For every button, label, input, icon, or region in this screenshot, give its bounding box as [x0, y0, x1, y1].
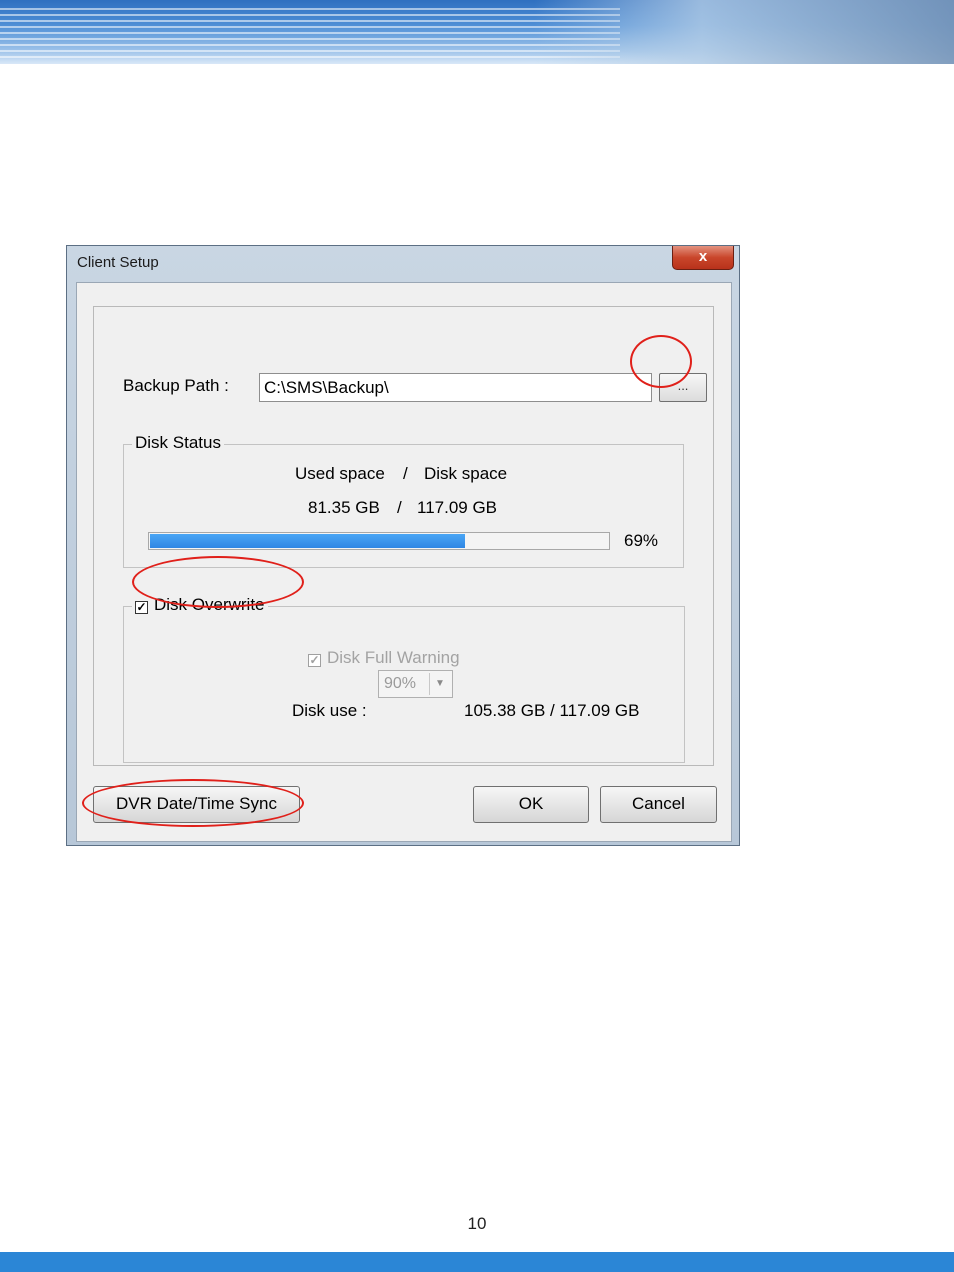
chevron-down-icon[interactable]: ▼ [429, 673, 450, 695]
close-icon: x [698, 248, 708, 265]
disk-full-warning-option[interactable]: ✓ Disk Full Warning [308, 648, 460, 668]
backup-path-input[interactable] [259, 373, 652, 402]
cancel-button[interactable]: Cancel [600, 786, 717, 823]
disk-space-header: Disk space [424, 464, 508, 483]
page-number: 10 [467, 1214, 487, 1233]
dialog-titlebar[interactable]: Client Setup x [67, 246, 739, 282]
header-banner [0, 0, 954, 64]
footer-bar [0, 1252, 954, 1272]
disk-overwrite-checkbox[interactable]: ✓ [135, 601, 148, 614]
banner-artwork [534, 0, 954, 64]
settings-panel: Backup Path : ... Disk Status Used space… [93, 306, 714, 766]
header-separator: / [403, 464, 408, 483]
banner-stripes [0, 8, 620, 60]
disk-full-warning-checkbox[interactable]: ✓ [308, 654, 321, 667]
disk-use-label: Disk use : [292, 701, 367, 720]
disk-space-value: 117.09 GB [417, 498, 498, 517]
value-separator: / [397, 498, 402, 517]
disk-use-summary: 105.38 GB / 117.09 GB [464, 701, 640, 720]
browse-button[interactable]: ... [659, 373, 707, 402]
disk-status-group: Disk Status Used space / Disk space 81.3… [123, 433, 684, 568]
ok-button[interactable]: OK [473, 786, 589, 823]
disk-usage-percent: 69% [624, 531, 659, 550]
disk-usage-progress-bar [148, 532, 610, 550]
dialog-title: Client Setup [77, 254, 159, 271]
used-space-value: 81.35 GB [308, 498, 380, 517]
disk-overwrite-label: Disk Overwrite [154, 595, 265, 614]
disk-full-warning-label: Disk Full Warning [327, 648, 460, 667]
dialog-body: Backup Path : ... Disk Status Used space… [76, 282, 732, 842]
disk-use-selected-value: 90% [384, 675, 417, 692]
disk-overwrite-legend[interactable]: ✓ Disk Overwrite [132, 595, 268, 615]
disk-usage-progress-fill [150, 534, 466, 548]
disk-status-legend: Disk Status [132, 433, 224, 453]
dvr-date-time-sync-button[interactable]: DVR Date/Time Sync [93, 786, 300, 823]
client-setup-dialog: Client Setup x Backup Path : ... Disk St… [66, 245, 740, 846]
backup-path-label: Backup Path : [123, 376, 229, 395]
disk-use-select[interactable]: 90% ▼ [378, 670, 453, 698]
close-button[interactable]: x [672, 246, 734, 270]
used-space-header: Used space [295, 464, 385, 483]
